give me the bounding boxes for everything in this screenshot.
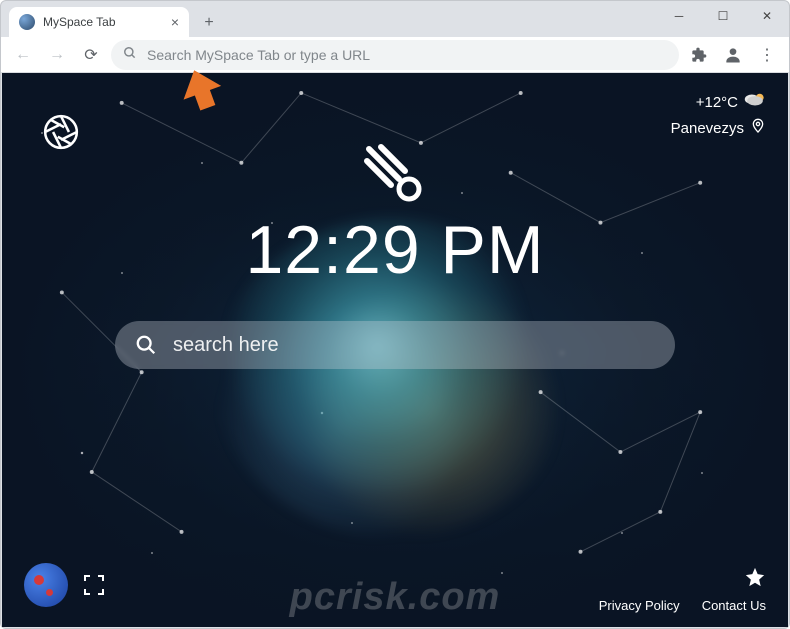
- new-tab-button[interactable]: +: [195, 9, 223, 37]
- bottom-right-controls: Privacy Policy Contact Us: [599, 566, 766, 613]
- profile-button[interactable]: [719, 41, 747, 69]
- annotation-arrow-icon: [179, 67, 223, 111]
- omnibox-placeholder: Search MySpace Tab or type a URL: [147, 47, 370, 63]
- reload-button[interactable]: ⟳: [77, 41, 105, 69]
- address-bar[interactable]: Search MySpace Tab or type a URL: [111, 40, 679, 70]
- extensions-button[interactable]: [685, 41, 713, 69]
- theme-thumbnail-icon[interactable]: [24, 563, 68, 607]
- close-tab-icon[interactable]: ×: [171, 14, 179, 30]
- bottom-left-controls: [24, 563, 106, 607]
- browser-toolbar: ← → ⟳ Search MySpace Tab or type a URL ⋮: [1, 37, 789, 73]
- weather-icon: [744, 91, 766, 113]
- favorite-star-icon[interactable]: [744, 566, 766, 588]
- aperture-icon[interactable]: [42, 113, 80, 151]
- window-controls: ─ ☐ ✕: [657, 1, 789, 31]
- fullscreen-icon[interactable]: [82, 573, 106, 597]
- tab-title: MySpace Tab: [43, 15, 163, 29]
- tab-favicon: [19, 14, 35, 30]
- search-bar[interactable]: [115, 321, 675, 369]
- search-input[interactable]: [173, 334, 655, 357]
- temperature-value: +12°C: [696, 94, 738, 111]
- maximize-button[interactable]: ☐: [701, 1, 745, 31]
- weather-widget[interactable]: +12°C Panevezys: [671, 91, 766, 139]
- menu-button[interactable]: ⋮: [753, 41, 781, 69]
- meteor-icon: [363, 143, 427, 207]
- minimize-button[interactable]: ─: [657, 1, 701, 31]
- browser-window: MySpace Tab × + ─ ☐ ✕ ← → ⟳ Search MySpa…: [0, 0, 790, 629]
- close-window-button[interactable]: ✕: [745, 1, 789, 31]
- forward-button[interactable]: →: [43, 41, 71, 69]
- back-button[interactable]: ←: [9, 41, 37, 69]
- browser-tab[interactable]: MySpace Tab ×: [9, 7, 189, 37]
- contact-us-link[interactable]: Contact Us: [702, 598, 766, 613]
- location-name: Panevezys: [671, 120, 744, 137]
- location-pin-icon: [750, 117, 766, 139]
- clock-display: 12:29 PM: [2, 211, 788, 289]
- privacy-policy-link[interactable]: Privacy Policy: [599, 598, 680, 613]
- search-icon: [135, 334, 157, 356]
- newtab-page: +12°C Panevezys 12:29 PM: [2, 73, 788, 627]
- search-icon: [123, 46, 137, 63]
- tab-strip: MySpace Tab × + ─ ☐ ✕: [1, 1, 789, 37]
